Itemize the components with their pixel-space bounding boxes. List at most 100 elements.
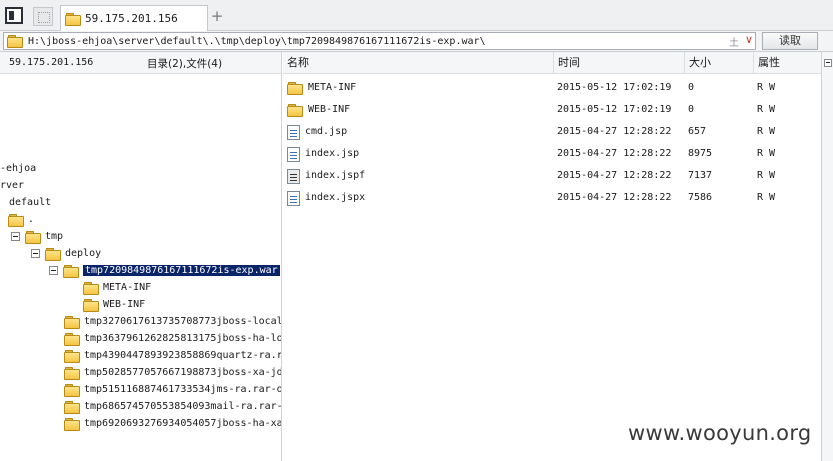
column-attr[interactable]: 属性 [754, 52, 821, 74]
file-attr: R W [757, 192, 776, 203]
folder-icon [65, 12, 81, 26]
file-size: 0 [688, 104, 695, 115]
file-row[interactable]: index.jspx 2015-04-27 12:28:22 7586 R W [283, 187, 821, 209]
watermark: www.wooyun.org [628, 421, 812, 445]
tree-item[interactable]: tmp5028577057667198873jboss-xa-jd [64, 364, 282, 381]
folder-icon [64, 332, 80, 346]
folder-icon [287, 104, 303, 117]
tree-item[interactable]: tmp3637961262825813175jboss-ha-lo [64, 330, 282, 347]
tree-item[interactable]: tmp6865745705538540​93mail-ra.rar- [64, 398, 281, 415]
collapse-icon[interactable] [824, 59, 832, 67]
file-name: index.jspx [305, 192, 366, 203]
file-name-cell: cmd.jsp [287, 121, 347, 143]
tree-item-label: tmp3270617613735708773jboss-local [84, 316, 282, 327]
file-row[interactable]: index.jspf 2015-04-27 12:28:22 7137 R W [283, 165, 821, 187]
file-attr: R W [757, 148, 776, 159]
tree-item[interactable]: WEB-INF [83, 296, 145, 313]
collapse-icon[interactable] [49, 266, 58, 275]
tree-item-label: tmp5151168874617335​34jms-ra.rar-o [84, 384, 282, 395]
item-counts: 目录(2),文件(4) [147, 58, 223, 70]
column-header: 名称 时间 大小 属性 [283, 52, 821, 74]
tree-item[interactable]: deploy [31, 245, 101, 262]
file-name: index.jspf [305, 170, 366, 181]
file-list-panel: 名称 时间 大小 属性 META-INF 2015-05-12 17:02:19… [283, 52, 821, 461]
tree-item-label: WEB-INF [103, 299, 146, 310]
file-time: 2015-05-12 17:02:19 [557, 104, 672, 115]
tree-item-label: tmp3637961262825813175jboss-ha-lo [84, 333, 282, 344]
folder-icon [64, 400, 80, 414]
app-window-icon[interactable] [5, 7, 23, 24]
jsp-file-icon [287, 124, 300, 140]
tree-item-label: tmp7209849876167111672is-exp.war [82, 264, 281, 277]
file-row[interactable]: META-INF 2015-05-12 17:02:19 0 R W [283, 77, 821, 99]
blank-tab[interactable] [33, 7, 53, 26]
read-button[interactable]: 读取 [762, 32, 818, 50]
address-path: H:\jboss-ehjoa\server\default\.\tmp\depl… [28, 35, 486, 47]
tree-item[interactable]: tmp5151168874617335​34jms-ra.rar-o [64, 381, 282, 398]
folder-icon [25, 230, 41, 244]
collapse-icon[interactable] [31, 249, 40, 258]
tree-item-label: tmp4390447893923858869quartz-ra.r [84, 350, 282, 361]
tree-item-label: default [9, 197, 52, 208]
file-name-cell: WEB-INF [287, 99, 350, 121]
folder-icon [45, 247, 61, 261]
tree-item-label: tmp6920693276934054057jboss-ha-xa [84, 418, 282, 429]
tree-item-label: . [28, 214, 35, 225]
file-size: 657 [688, 126, 707, 137]
file-row[interactable]: cmd.jsp 2015-04-27 12:28:22 657 R W [283, 121, 821, 143]
add-tab-button[interactable]: + [210, 8, 224, 24]
tree-item[interactable]: -ehjoa [0, 160, 36, 177]
pin-icon[interactable]: 土 [729, 34, 739, 49]
file-name-cell: index.jspx [287, 187, 365, 209]
file-time: 2015-04-27 12:28:22 [557, 170, 672, 181]
tab-title: 59.175.201.156 [85, 12, 178, 25]
folder-icon [63, 264, 79, 278]
tree-item[interactable]: . [8, 211, 34, 228]
folder-icon [83, 281, 99, 295]
jspx-file-icon [287, 190, 300, 206]
directory-tree-panel: 59.175.201.156 目录(2),文件(4) -ehjoa rver d… [0, 52, 282, 461]
file-size: 8975 [688, 148, 713, 159]
file-name-cell: index.jsp [287, 143, 359, 165]
file-name-cell: index.jspf [287, 165, 365, 187]
column-time[interactable]: 时间 [554, 52, 685, 74]
tree-item[interactable]: tmp [11, 228, 63, 245]
file-row[interactable]: index.jsp 2015-04-27 12:28:22 8975 R W [283, 143, 821, 165]
file-attr: R W [757, 170, 776, 181]
tree-item-label: tmp5028577057667198873jboss-xa-jd [84, 367, 282, 378]
file-time: 2015-05-12 17:02:19 [557, 82, 672, 93]
host-label: 59.175.201.156 [9, 57, 94, 68]
tree-item[interactable]: tmp6920693276934054057jboss-ha-xa [64, 415, 282, 432]
tree-item-label: rver [0, 180, 25, 191]
tree-item-selected[interactable]: tmp7209849876167111672is-exp.war [49, 262, 281, 279]
folder-icon [64, 366, 80, 380]
side-panel-edge [821, 52, 833, 461]
tree-item[interactable]: tmp3270617613735708773jboss-local [64, 313, 282, 330]
file-attr: R W [757, 82, 776, 93]
folder-icon [64, 383, 80, 397]
file-name-cell: META-INF [287, 77, 356, 99]
column-name[interactable]: 名称 [283, 52, 554, 74]
tree-item[interactable]: tmp4390447893923858869quartz-ra.r [64, 347, 282, 364]
folder-icon [83, 298, 99, 312]
tree-item[interactable]: default [9, 194, 51, 211]
folder-icon [64, 349, 80, 363]
jspf-file-icon [287, 168, 300, 184]
file-attr: R W [757, 104, 776, 115]
address-input[interactable]: H:\jboss-ehjoa\server\default\.\tmp\depl… [3, 32, 756, 50]
chevron-down-icon[interactable]: ∨ [745, 33, 753, 46]
column-size[interactable]: 大小 [685, 52, 754, 74]
tree-item-label: -ehjoa [0, 163, 37, 174]
file-time: 2015-04-27 12:28:22 [557, 148, 672, 159]
file-name: cmd.jsp [305, 126, 348, 137]
file-name: index.jsp [305, 148, 360, 159]
tree-item-label: META-INF [103, 282, 152, 293]
file-size: 7586 [688, 192, 713, 203]
collapse-icon[interactable] [11, 232, 20, 241]
tree-item[interactable]: META-INF [83, 279, 151, 296]
tree-item[interactable]: rver [0, 177, 24, 194]
folder-icon [8, 213, 24, 227]
file-row[interactable]: WEB-INF 2015-05-12 17:02:19 0 R W [283, 99, 821, 121]
tree-item-label: tmp [45, 231, 64, 242]
tab-host[interactable]: 59.175.201.156 [60, 5, 208, 31]
